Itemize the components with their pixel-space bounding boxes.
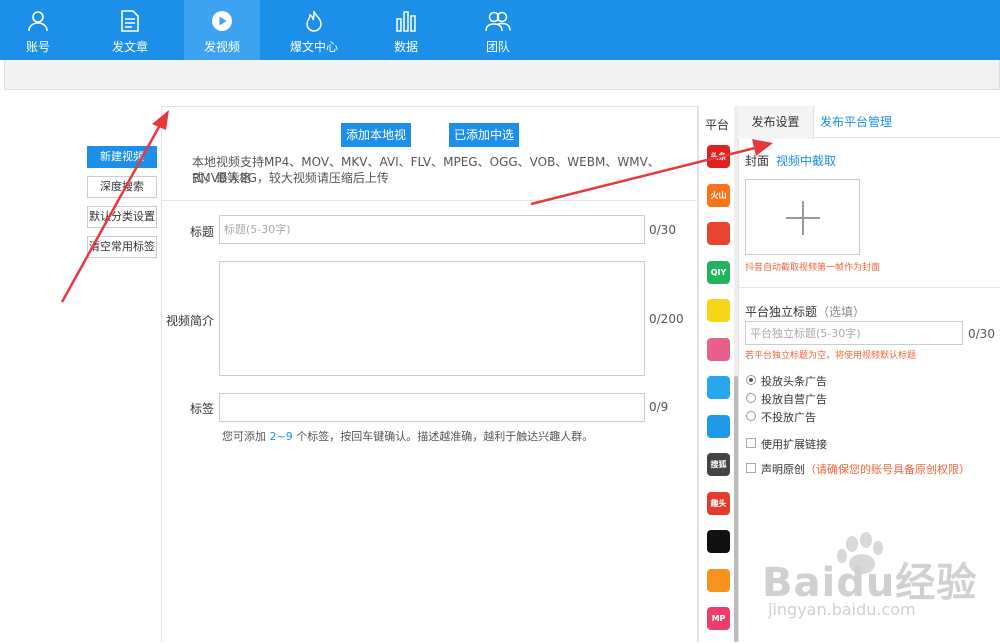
description-field[interactable]: [219, 261, 645, 376]
meipai-icon[interactable]: MP: [707, 607, 730, 630]
deep-search-button[interactable]: 深度搜索: [87, 176, 157, 198]
tab-publish-settings[interactable]: 发布设置: [738, 106, 814, 139]
indep-title-note: 若平台独立标题为空，将使用视频默认标题: [745, 351, 917, 361]
nav-data[interactable]: 数据: [368, 0, 444, 60]
original-label: 声明原创（请确保您的账号具备原创权限）: [761, 461, 970, 477]
tags-label: 标签: [189, 402, 214, 416]
nav-hot-center[interactable]: 爆文中心: [276, 0, 352, 60]
ad-option-self-radio[interactable]: [746, 393, 756, 403]
nav-article-label: 发文章: [111, 40, 148, 54]
play-icon: [212, 11, 232, 31]
indep-title-field[interactable]: [745, 321, 963, 345]
default-category-button[interactable]: 默认分类设置: [87, 206, 157, 228]
description-label: 视频简介: [165, 314, 214, 328]
cover-note: 抖音自动截取视频第一帧作为封面: [745, 263, 881, 273]
upload-size-hint: 式，最大2G，较大视频请压缩后上传: [192, 171, 389, 185]
platform-title: 平台: [704, 118, 729, 132]
select-added-button[interactable]: 已添加中选取: [449, 123, 519, 166]
title-input[interactable]: [220, 216, 644, 243]
tags-input[interactable]: [220, 394, 644, 421]
new-video-button[interactable]: 新建视频: [87, 146, 157, 168]
tags-field[interactable]: [219, 393, 645, 422]
bar-chart-icon: [396, 11, 416, 32]
nav-team-label: 团队: [485, 40, 510, 54]
iqiyi-icon[interactable]: QIY: [707, 260, 730, 284]
yidian-icon[interactable]: [707, 299, 730, 322]
douyin-icon[interactable]: [707, 530, 730, 553]
team-icon: [485, 11, 511, 32]
qutoutiao-icon[interactable]: 趣头条: [707, 491, 730, 515]
title-count: 0/30: [649, 223, 676, 237]
flame-icon: [306, 10, 322, 32]
original-note: （请确保您的账号具备原创权限）: [805, 463, 970, 476]
right-divider: [739, 287, 1000, 288]
youku-icon[interactable]: [707, 414, 730, 438]
original-text[interactable]: 声明原创: [761, 463, 805, 476]
top-nav: 账号 发文章 发视频 爆文中心 数据 团队: [0, 0, 1000, 60]
baidu-watermark: Baidu经验 jingyan.baidu.com: [762, 530, 992, 640]
cover-upload-box[interactable]: [745, 179, 860, 255]
kuaishou-icon[interactable]: [707, 568, 730, 592]
nav-data-label: 数据: [393, 40, 418, 54]
article-icon: [121, 10, 139, 32]
title-field[interactable]: [219, 215, 645, 244]
bili-icon[interactable]: [707, 337, 730, 361]
clear-tags-button[interactable]: 清空常用标签: [87, 236, 157, 258]
ad-option-none-label[interactable]: 不投放广告: [761, 409, 816, 425]
ad-option-none-radio[interactable]: [746, 411, 756, 421]
nav-article[interactable]: 发文章: [92, 0, 168, 60]
indep-title-text: 平台独立标题: [745, 305, 818, 319]
title-label: 标题: [189, 225, 214, 239]
plus-icon-v: [802, 201, 804, 235]
indep-title-input[interactable]: [746, 322, 962, 344]
tags-hint-range: 2~9: [269, 430, 293, 443]
ad-option-self-label[interactable]: 投放自营广告: [761, 391, 827, 407]
tags-hint-pre: 您可添加: [222, 430, 266, 443]
upload-divider: [162, 200, 697, 201]
huoshan-icon[interactable]: 火山: [707, 183, 730, 207]
original-checkbox[interactable]: [746, 463, 756, 473]
ext-link-label[interactable]: 使用扩展链接: [761, 436, 827, 452]
description-count: 0/200: [649, 312, 684, 326]
nav-account-label: 账号: [25, 40, 50, 54]
indep-title-label: 平台独立标题（选填）: [745, 303, 865, 320]
tags-count: 0/9: [649, 400, 669, 414]
description-input[interactable]: [220, 262, 644, 375]
nav-hot-center-label: 爆文中心: [289, 40, 338, 54]
ext-link-checkbox[interactable]: [746, 438, 756, 448]
sohu-video-icon[interactable]: 搜狐: [707, 453, 730, 476]
nav-video-label: 发视频: [203, 40, 240, 54]
cover-label: 封面: [745, 154, 770, 168]
ad-option-toutiao-label[interactable]: 投放头条广告: [761, 373, 827, 389]
indep-title-count: 0/30: [968, 327, 995, 341]
tencent-video-icon[interactable]: [707, 376, 730, 399]
user-icon: [28, 11, 48, 32]
tags-hint: 您可添加 2~9 个标签，按回车键确认。描述越准确，越利于触达兴趣人群。: [222, 428, 593, 444]
sub-toolbar: [4, 60, 1000, 90]
toutiao-icon[interactable]: 头条: [707, 145, 730, 168]
nav-video[interactable]: 发视频: [184, 0, 260, 60]
watermark-sub: jingyan.baidu.com: [768, 600, 916, 619]
indep-title-optional: （选填）: [817, 305, 866, 319]
tab-platform-manage[interactable]: 发布平台管理: [820, 106, 892, 139]
add-local-video-button[interactable]: 添加本地视频: [341, 123, 411, 166]
cover-from-video-link[interactable]: 视频中截取: [776, 152, 836, 169]
tags-hint-post: 个标签，按回车键确认。描述越准确，越利于触达兴趣人群。: [296, 430, 594, 443]
nav-team[interactable]: 团队: [460, 0, 536, 60]
weibo-icon[interactable]: [707, 222, 730, 245]
nav-account[interactable]: 账号: [0, 0, 76, 60]
ad-option-toutiao-radio[interactable]: [746, 375, 756, 385]
